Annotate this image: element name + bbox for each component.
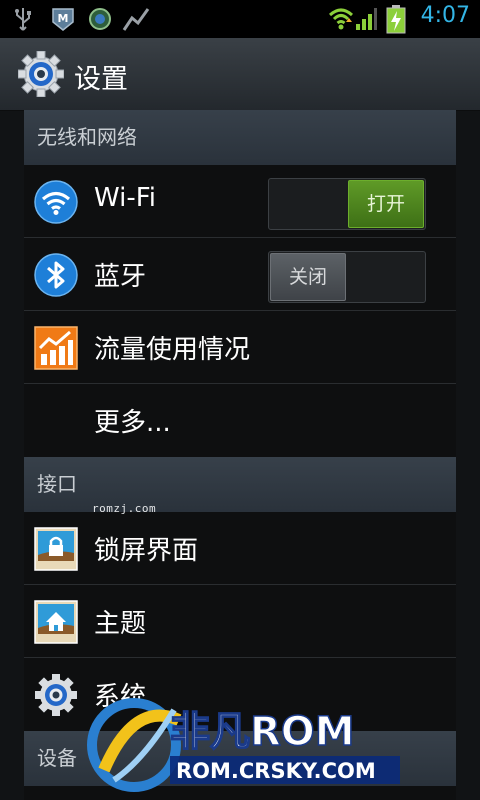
bluetooth-toggle[interactable]: 关闭: [268, 251, 426, 303]
settings-item-label: 主题: [94, 609, 147, 639]
s-badge-icon: [89, 8, 111, 30]
svg-text:M: M: [58, 12, 69, 25]
lockscreen-icon: [34, 527, 78, 571]
wifi-toggle[interactable]: 打开: [268, 178, 426, 230]
settings-item-lockscreen[interactable]: 锁屏界面: [24, 512, 456, 585]
bluetooth-icon: [34, 253, 78, 297]
settings-item-label: Wi-Fi: [94, 183, 157, 213]
action-bar: 设置: [0, 38, 480, 111]
battery-charging-icon: [386, 5, 406, 34]
settings-item-data-usage[interactable]: 流量使用情况: [24, 311, 456, 384]
m-badge-icon: M: [52, 8, 74, 31]
gear-icon[interactable]: [18, 51, 64, 97]
settings-item-label: 蓝牙: [94, 262, 147, 292]
cell-signal-icon: [356, 8, 377, 30]
section-header-interface: 接口 romzj.com: [24, 457, 456, 515]
status-bar: M 4:07: [0, 0, 480, 38]
settings-item-bluetooth[interactable]: 蓝牙 关闭: [24, 238, 456, 311]
wifi-signal-icon: [328, 8, 354, 30]
section-header-label: 设备: [37, 746, 77, 770]
settings-item-label: 更多...: [94, 408, 171, 438]
logo-brand-text: 非凡ROM: [170, 709, 355, 755]
system-gear-icon: [35, 674, 77, 716]
data-usage-icon: [34, 326, 78, 370]
brand-watermark-logo: 非凡ROM ROM.CRSKY.COM: [87, 698, 400, 792]
section-header-wireless: 无线和网络: [24, 110, 456, 165]
section-header-label: 无线和网络: [37, 125, 137, 149]
wifi-icon: [34, 180, 78, 224]
chart-icon: [122, 8, 150, 31]
logo-url-text: ROM.CRSKY.COM: [176, 759, 376, 783]
settings-item-more[interactable]: 更多...: [24, 384, 456, 457]
usb-icon: [15, 8, 31, 31]
settings-item-wifi[interactable]: Wi-Fi 打开: [24, 165, 456, 238]
theme-icon: [34, 600, 78, 644]
section-header-label: 接口: [37, 472, 77, 496]
page-title: 设置: [74, 64, 128, 95]
settings-item-label: 流量使用情况: [94, 335, 251, 365]
settings-item-theme[interactable]: 主题: [24, 585, 456, 658]
clock: 4:07: [420, 3, 470, 28]
toggle-on-knob: 打开: [348, 180, 424, 228]
settings-item-label: 锁屏界面: [94, 536, 199, 566]
toggle-off-knob: 关闭: [270, 253, 346, 301]
